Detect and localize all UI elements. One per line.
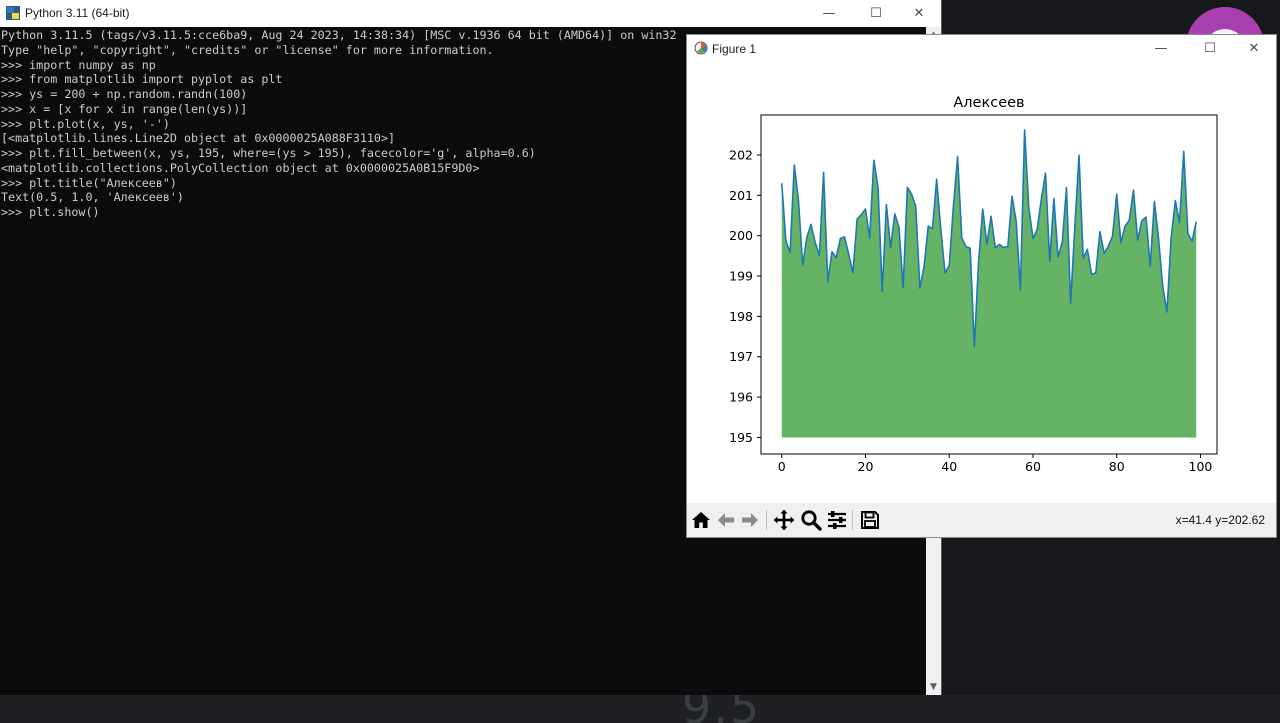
figure-maximize-button[interactable]: ☐	[1188, 35, 1232, 62]
zoom-button[interactable]	[799, 508, 823, 532]
console-title: Python 3.11 (64-bit)	[25, 6, 130, 20]
console-titlebar[interactable]: Python 3.11 (64-bit) — ☐ ✕	[0, 0, 941, 27]
cursor-coordinates: x=41.4 y=202.62	[1175, 513, 1265, 527]
back-arrow-icon	[718, 513, 734, 527]
x-tick-label: 0	[778, 459, 786, 474]
matplotlib-icon	[694, 41, 708, 55]
scroll-down-arrow-icon[interactable]: ▼	[926, 680, 941, 694]
y-tick-label: 200	[729, 228, 753, 243]
home-icon	[692, 512, 710, 528]
x-tick-label: 80	[1109, 459, 1125, 474]
forward-arrow-icon	[742, 513, 758, 527]
matplotlib-figure-window[interactable]: Figure 1 — ☐ ✕ Алексеев 0 20 40 60 80 100 195 1…	[687, 35, 1276, 537]
zoom-icon	[801, 510, 822, 531]
pan-button[interactable]	[772, 508, 796, 532]
y-tick-label: 202	[729, 147, 753, 162]
y-tick-label: 199	[729, 269, 753, 284]
x-tick-label: 20	[858, 459, 874, 474]
save-button[interactable]	[858, 508, 882, 532]
configure-subplots-icon	[828, 511, 846, 529]
back-button[interactable]	[714, 508, 738, 532]
pan-icon	[773, 509, 795, 531]
y-tick-label: 201	[729, 188, 753, 203]
console-maximize-button[interactable]: ☐	[854, 0, 898, 27]
plot[interactable]: Алексеев 0 20 40 60 80 100 195 196 197 198 199 200 2…	[687, 63, 1276, 503]
figure-titlebar[interactable]: Figure 1 — ☐ ✕	[687, 35, 1276, 63]
y-tick-label: 198	[729, 309, 753, 324]
console-close-button[interactable]: ✕	[897, 0, 941, 27]
console-minimize-button[interactable]: —	[807, 0, 851, 27]
figure-minimize-button[interactable]: —	[1139, 35, 1183, 62]
figure-toolbar: x=41.4 y=202.62	[687, 503, 1276, 537]
x-tick-label: 40	[941, 459, 957, 474]
figure-close-button[interactable]: ✕	[1232, 35, 1276, 62]
desktop: 9.5 Python 3.11 (64-bit) — ☐ ✕ Python 3.…	[0, 0, 1280, 723]
forward-button[interactable]	[738, 508, 762, 532]
y-tick-label: 195	[729, 430, 753, 445]
configure-subplots-button[interactable]	[825, 508, 849, 532]
python-icon	[6, 6, 20, 20]
y-tick-label: 196	[729, 390, 753, 405]
x-tick-label: 100	[1189, 459, 1213, 474]
x-tick-label: 60	[1025, 459, 1041, 474]
figure-canvas[interactable]: Алексеев 0 20 40 60 80 100 195 196 197 198 199 200 2…	[687, 63, 1276, 503]
chart-title: Алексеев	[953, 95, 1024, 111]
y-tick-label: 197	[729, 349, 753, 364]
home-button[interactable]	[689, 508, 713, 532]
figure-title: Figure 1	[712, 42, 757, 56]
background-bottom-bar	[0, 695, 1280, 723]
fill-area	[781, 129, 1197, 438]
save-icon	[861, 511, 879, 529]
